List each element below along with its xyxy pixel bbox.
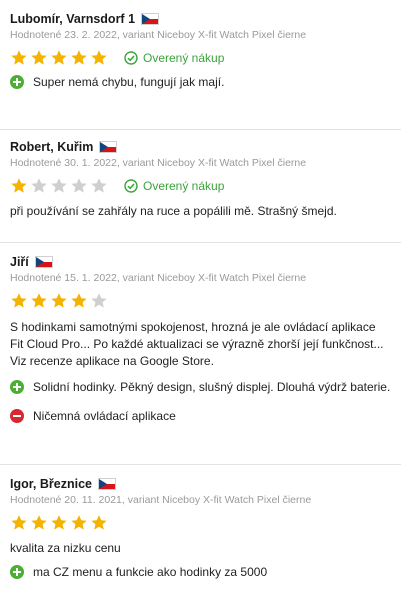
star-icon: [70, 514, 88, 532]
rating-line: Overený nákup: [10, 43, 393, 73]
star-icon: [50, 514, 68, 532]
review-text-line: Fit Cloud Pro... Po každé aktualizaci se…: [10, 337, 384, 351]
czech-flag-icon: [34, 256, 53, 268]
check-circle-icon: [124, 51, 138, 65]
plus-circle-icon: [10, 565, 24, 579]
star-rating: [10, 49, 110, 67]
author-line: Robert, Kuřim: [10, 138, 393, 156]
star-rating: [10, 514, 110, 532]
review-item: Jiří Hodnotené 15. 1. 2022, variant Nice…: [0, 243, 401, 465]
author-line: Lubomír, Varnsdorf 1: [10, 10, 393, 28]
pro-text: ma CZ menu a funkcie ako hodinky za 5000: [33, 565, 268, 579]
rating-line: [10, 286, 393, 316]
review-author: Igor, Březnice: [10, 477, 92, 491]
star-icon: [90, 292, 108, 310]
review-pro: ma CZ menu a funkcie ako hodinky za 5000: [10, 565, 393, 579]
plus-circle-icon: [10, 75, 24, 89]
review-text-line: S hodinkami samotnými spokojenost, hrozn…: [10, 320, 376, 334]
star-rating: [10, 177, 110, 195]
review-meta: Hodnotené 30. 1. 2022, variant Niceboy X…: [10, 157, 307, 169]
star-icon: [50, 292, 68, 310]
star-icon: [10, 292, 28, 310]
author-line: Igor, Březnice: [10, 475, 393, 493]
review-con: Ničemná ovládací aplikace: [10, 409, 393, 423]
star-icon: [90, 49, 108, 67]
verified-label: Overený nákup: [143, 179, 225, 193]
con-text: Ničemná ovládací aplikace: [33, 409, 176, 423]
review-pro: Super nemá chybu, fungují jak mají.: [10, 75, 393, 89]
star-icon: [10, 177, 28, 195]
rating-line: Overený nákup: [10, 171, 393, 201]
minus-circle-icon: [10, 409, 24, 423]
review-text: kvalita za nizku cenu: [10, 541, 121, 555]
review-text: při používání se zahřály na ruce a popál…: [10, 204, 337, 218]
review-item: Robert, Kuřim Hodnotené 30. 1. 2022, var…: [0, 130, 401, 243]
star-rating: [10, 292, 110, 310]
verified-label: Overený nákup: [143, 51, 225, 65]
star-icon: [30, 514, 48, 532]
author-line: Jiří: [10, 253, 393, 271]
pro-text: Super nemá chybu, fungují jak mají.: [33, 75, 225, 89]
star-icon: [50, 177, 68, 195]
verified-purchase-badge: Overený nákup: [124, 179, 224, 193]
plus-circle-icon: [10, 380, 24, 394]
review-author: Robert, Kuřim: [10, 140, 94, 154]
review-text-line: Viz recenze aplikace na Google Store.: [10, 354, 214, 368]
star-icon: [50, 49, 68, 67]
review-meta: Hodnotené 23. 2. 2022, variant Niceboy X…: [10, 29, 307, 41]
star-icon: [30, 292, 48, 310]
review-meta: Hodnotené 20. 11. 2021, variant Niceboy …: [10, 494, 312, 506]
czech-flag-icon: [97, 478, 116, 490]
verified-purchase-badge: Overený nákup: [124, 51, 224, 65]
star-icon: [90, 177, 108, 195]
review-item: Igor, Březnice Hodnotené 20. 11. 2021, v…: [0, 465, 401, 600]
czech-flag-icon: [99, 141, 118, 153]
review-author: Lubomír, Varnsdorf 1: [10, 12, 136, 26]
reviews-list: Lubomír, Varnsdorf 1 Hodnotené 23. 2. 20…: [0, 0, 401, 600]
review-text: S hodinkami samotnými spokojenost, hrozn…: [10, 319, 393, 370]
star-icon: [90, 514, 108, 532]
review-pro: Solidní hodinky. Pěkný design, slušný di…: [10, 380, 393, 394]
star-icon: [70, 177, 88, 195]
review-author: Jiří: [10, 255, 29, 269]
pro-text: Solidní hodinky. Pěkný design, slušný di…: [33, 380, 391, 394]
review-item: Lubomír, Varnsdorf 1 Hodnotené 23. 2. 20…: [0, 0, 401, 130]
star-icon: [70, 49, 88, 67]
rating-line: [10, 508, 393, 538]
star-icon: [30, 177, 48, 195]
star-icon: [10, 514, 28, 532]
star-icon: [10, 49, 28, 67]
review-meta: Hodnotené 15. 1. 2022, variant Niceboy X…: [10, 272, 307, 284]
star-icon: [30, 49, 48, 67]
star-icon: [70, 292, 88, 310]
check-circle-icon: [124, 179, 138, 193]
czech-flag-icon: [141, 13, 160, 25]
